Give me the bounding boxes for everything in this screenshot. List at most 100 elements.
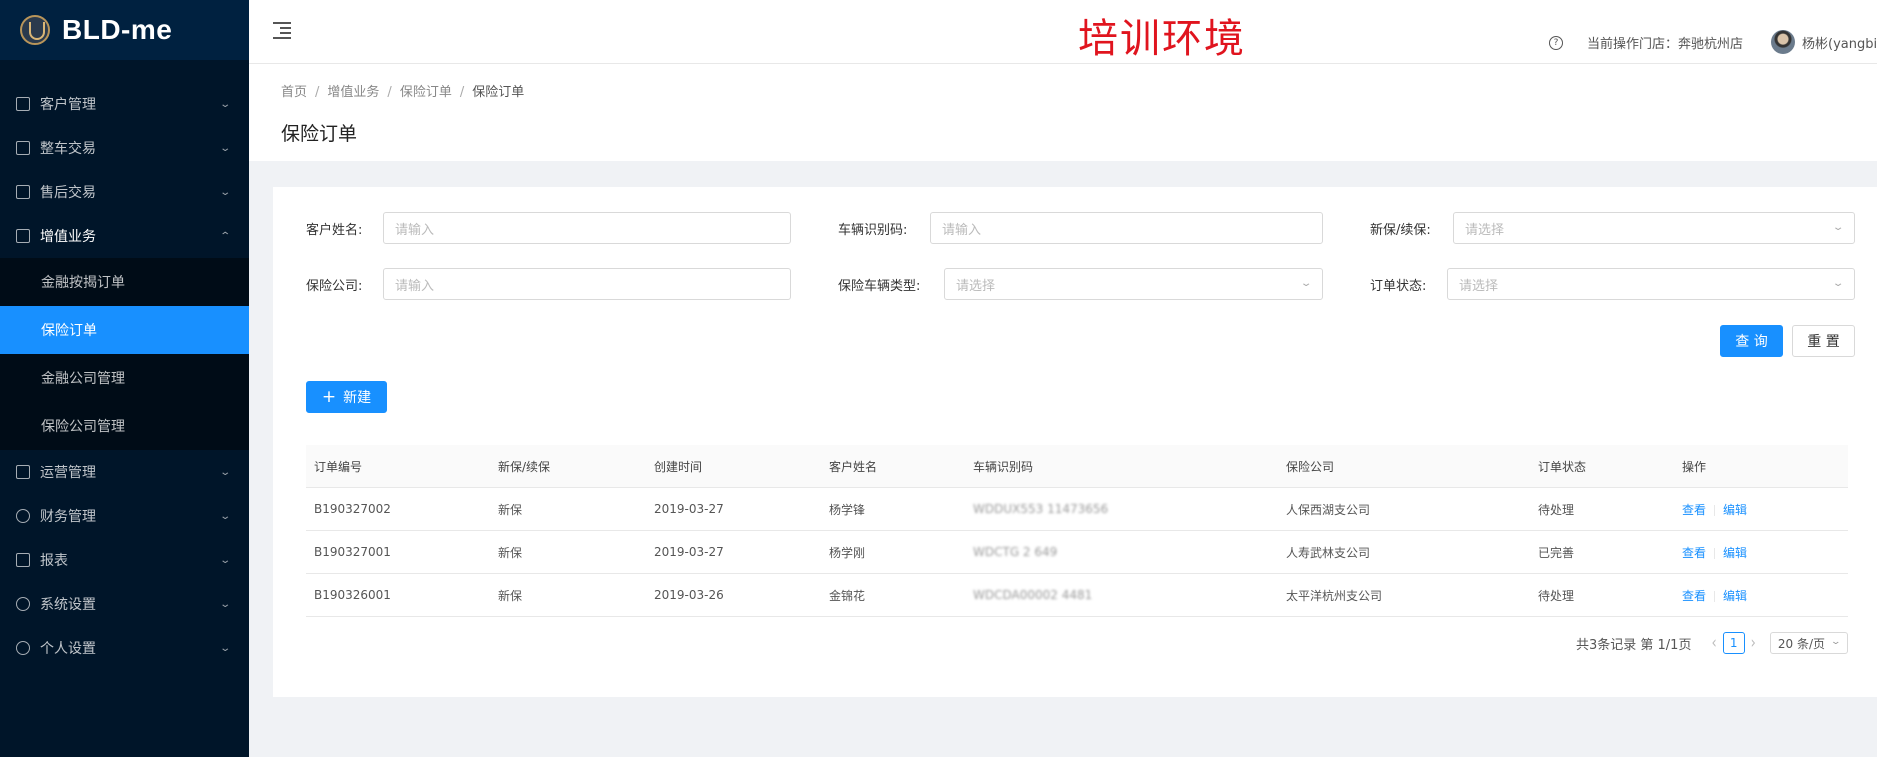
line-chart-icon <box>16 553 30 567</box>
order-no: B190327002 <box>314 502 391 516</box>
sidebar-item-system-settings[interactable]: 系统设置 ⌄ <box>0 582 249 626</box>
breadcrumb-home[interactable]: 首页 <box>281 85 307 100</box>
filter-new-renew: 新保/续保: 请选择 ⌄ <box>1370 212 1855 244</box>
avatar[interactable] <box>1771 30 1795 54</box>
edit-link[interactable]: 编辑 <box>1723 589 1747 603</box>
sidebar-item-label: 增值业务 <box>40 229 96 245</box>
sidebar-item-operations[interactable]: 运营管理 ⌄ <box>0 450 249 494</box>
vehicle-type-select[interactable]: 请选择 ⌄ <box>944 268 1323 300</box>
customer-name-label: 客户姓名: <box>306 222 363 238</box>
filter-order-status: 订单状态: 请选择 ⌄ <box>1370 268 1855 300</box>
order-type: 新保 <box>498 545 523 560</box>
chevron-down-icon: ⌄ <box>218 510 231 522</box>
help-icon[interactable]: ? <box>1549 36 1563 50</box>
view-link[interactable]: 查看 <box>1682 589 1706 603</box>
user-icon <box>16 641 30 655</box>
new-button[interactable]: + 新建 <box>306 381 387 413</box>
order-vin: WDDUX553 11473656 <box>965 502 1278 516</box>
sidebar-menu: 客户管理 ⌄ 整车交易 ⌄ 售后交易 ⌄ 增值业务 ⌃ 金融按揭订单 保险订单 … <box>0 82 249 670</box>
col-order-no: 订单编号 <box>314 459 363 474</box>
sidebar-item-vehicle-trade[interactable]: 整车交易 ⌄ <box>0 126 249 170</box>
sidebar-item-finance-companies[interactable]: 金融公司管理 <box>0 354 249 402</box>
insurer-label: 保险公司: <box>306 278 363 294</box>
new-renew-select[interactable]: 请选择 ⌄ <box>1453 212 1855 244</box>
order-status-select[interactable]: 请选择 ⌄ <box>1447 268 1855 300</box>
sidebar-item-finance-orders[interactable]: 金融按揭订单 <box>0 258 249 306</box>
orders-table: 订单编号 新保/续保 创建时间 客户姓名 车辆识别码 保险公司 订单状态 操作 … <box>306 445 1848 617</box>
filter-vehicle-type: 保险车辆类型: 请选择 ⌄ <box>838 268 1323 300</box>
sidebar-item-finance[interactable]: 财务管理 ⌄ <box>0 494 249 538</box>
edit-link[interactable]: 编辑 <box>1723 546 1747 560</box>
money-icon <box>16 509 30 523</box>
order-no: B190326001 <box>314 588 391 602</box>
view-link[interactable]: 查看 <box>1682 546 1706 560</box>
order-created: 2019-03-26 <box>654 588 724 602</box>
menu-fold-icon[interactable] <box>273 22 291 39</box>
sidebar-item-value-added[interactable]: 增值业务 ⌃ <box>0 214 249 258</box>
logo: BLD-me <box>0 0 249 60</box>
environment-title: 培训环境 <box>1078 16 1246 62</box>
breadcrumb-insurance-orders[interactable]: 保险订单 <box>400 85 452 100</box>
car-icon <box>16 141 30 155</box>
chevron-down-icon: ⌄ <box>1299 278 1313 289</box>
content-card: 客户姓名: 请输入 车辆识别码: 请输入 新保/续保: 请选择 ⌄ 保险公司: … <box>273 187 1877 697</box>
order-customer: 杨学锋 <box>829 502 866 517</box>
page-number[interactable]: 1 <box>1722 632 1745 654</box>
table-row: B190327001 新保 2019-03-27 杨学刚 WDCTG 2 649… <box>306 531 1848 574</box>
col-status: 订单状态 <box>1538 459 1587 474</box>
vin-label: 车辆识别码: <box>838 222 908 238</box>
table-row: B190326001 新保 2019-03-26 金锦花 WDCDA00002 … <box>306 574 1848 617</box>
new-renew-label: 新保/续保: <box>1370 222 1431 238</box>
table-icon <box>16 185 30 199</box>
sidebar-item-customer[interactable]: 客户管理 ⌄ <box>0 82 249 126</box>
sidebar-item-insurance-orders[interactable]: 保险订单 <box>0 306 249 354</box>
pagination-total: 共3条记录 第 1/1页 <box>1575 637 1692 653</box>
order-vin: WDCDA00002 4481 <box>965 588 1278 602</box>
sidebar-item-reports[interactable]: 报表 ⌄ <box>0 538 249 582</box>
customer-name-input[interactable]: 请输入 <box>383 212 791 244</box>
order-no: B190327001 <box>314 545 391 559</box>
order-vin: WDCTG 2 649 <box>965 545 1278 559</box>
col-created: 创建时间 <box>654 459 703 474</box>
filter-customer-name: 客户姓名: 请输入 <box>306 212 791 244</box>
current-store: 当前操作门店：奔驰杭州店 <box>1587 37 1744 52</box>
order-actions: 查看 编辑 <box>1674 544 1848 561</box>
page-header: 首页 / 增值业务 / 保险订单 / 保险订单 保险订单 <box>249 64 1877 161</box>
view-link[interactable]: 查看 <box>1682 503 1706 517</box>
submenu-value-added: 金融按揭订单 保险订单 金融公司管理 保险公司管理 <box>0 258 249 450</box>
chevron-down-icon: ⌄ <box>218 186 231 198</box>
sidebar-item-insurance-companies[interactable]: 保险公司管理 <box>0 402 249 450</box>
new-button-label: 新建 <box>343 390 372 406</box>
filter-insurer: 保险公司: 请输入 <box>306 268 791 300</box>
chevron-down-icon: ⌄ <box>218 98 231 110</box>
page-size-select[interactable]: 20 条/页 ⌄ <box>1769 632 1848 654</box>
new-renew-placeholder: 请选择 <box>1465 222 1505 238</box>
table-header: 订单编号 新保/续保 创建时间 客户姓名 车辆识别码 保险公司 订单状态 操作 <box>306 445 1848 488</box>
sidebar-item-label: 个人设置 <box>40 641 96 657</box>
vin-input[interactable]: 请输入 <box>930 212 1323 244</box>
username[interactable]: 杨彬(yangbi <box>1802 33 1877 52</box>
col-actions: 操作 <box>1682 459 1707 474</box>
filter-vin: 车辆识别码: 请输入 <box>838 212 1323 244</box>
page-size-value: 20 条/页 <box>1777 636 1825 651</box>
order-customer: 杨学刚 <box>829 545 866 560</box>
sidebar-item-aftersales[interactable]: 售后交易 ⌄ <box>0 170 249 214</box>
gear-icon <box>16 597 30 611</box>
reset-button[interactable]: 重 置 <box>1792 325 1855 357</box>
prev-page-icon[interactable]: ‹ <box>1711 633 1716 653</box>
edit-link[interactable]: 编辑 <box>1723 503 1747 517</box>
order-insurer: 太平洋杭州支公司 <box>1286 588 1383 603</box>
chevron-down-icon: ⌄ <box>1831 278 1845 289</box>
insurer-input[interactable]: 请输入 <box>383 268 791 300</box>
chevron-down-icon: ⌄ <box>218 554 231 566</box>
col-customer: 客户姓名 <box>829 459 878 474</box>
order-customer: 金锦花 <box>829 588 866 603</box>
query-button[interactable]: 查 询 <box>1720 325 1783 357</box>
vehicle-type-placeholder: 请选择 <box>956 278 996 294</box>
logo-mark-icon <box>20 15 50 45</box>
breadcrumb-value-added[interactable]: 增值业务 <box>327 85 379 100</box>
breadcrumb: 首页 / 增值业务 / 保险订单 / 保险订单 <box>281 85 525 100</box>
next-page-icon[interactable]: › <box>1751 633 1756 653</box>
vin-value: WDDUX553 11473656 <box>973 502 1109 516</box>
sidebar-item-personal-settings[interactable]: 个人设置 ⌄ <box>0 626 249 670</box>
